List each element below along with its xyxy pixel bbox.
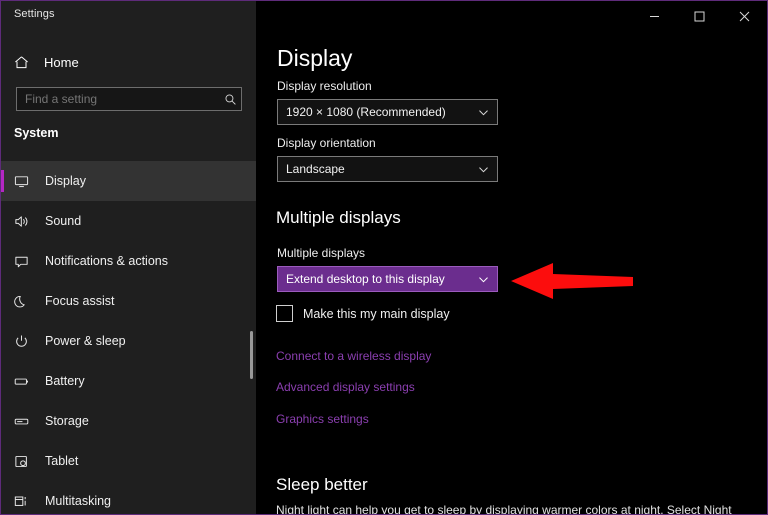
display-orientation-dropdown[interactable]: Landscape: [277, 156, 498, 182]
sidebar-item-focus-assist[interactable]: Focus assist: [1, 281, 256, 321]
maximize-icon: [694, 11, 705, 21]
link-advanced-display-settings[interactable]: Advanced display settings: [276, 380, 415, 394]
display-orientation-label: Display orientation: [277, 136, 376, 150]
settings-window: Settings Home Find a setting System Disp…: [0, 0, 768, 515]
close-button[interactable]: [722, 1, 767, 31]
title-bar[interactable]: Settings: [1, 1, 767, 33]
display-resolution-value: 1920 × 1080 (Recommended): [286, 105, 446, 119]
tablet-icon: [14, 454, 36, 469]
sleep-better-heading: Sleep better: [276, 475, 368, 494]
sidebar-item-multitasking[interactable]: Multitasking: [1, 481, 256, 514]
sidebar-item-notifications[interactable]: Notifications & actions: [1, 241, 256, 281]
chevron-down-icon: [478, 274, 489, 285]
notification-icon: [14, 254, 36, 269]
sidebar-item-label: Power & sleep: [45, 334, 126, 348]
sidebar-item-display[interactable]: Display: [1, 161, 256, 201]
window-controls: [632, 1, 767, 31]
sidebar-item-label: Focus assist: [45, 294, 115, 308]
sleep-better-body: Night light can help you get to sleep by…: [276, 503, 732, 514]
maximize-button[interactable]: [677, 1, 722, 31]
multitasking-icon: [14, 494, 36, 509]
main-content: Display Display resolution 1920 × 1080 (…: [256, 1, 767, 514]
sidebar-item-tablet[interactable]: Tablet: [1, 441, 256, 481]
sidebar-item-label: Battery: [45, 374, 85, 388]
battery-icon: [14, 374, 36, 389]
sidebar-item-sound[interactable]: Sound: [1, 201, 256, 241]
close-icon: [739, 11, 750, 21]
monitor-icon: [14, 174, 36, 189]
sidebar-item-battery[interactable]: Battery: [1, 361, 256, 401]
multiple-displays-heading: Multiple displays: [276, 208, 401, 227]
search-box[interactable]: [16, 87, 242, 111]
speaker-icon: [14, 214, 36, 229]
multiple-displays-dropdown[interactable]: Extend desktop to this display: [277, 266, 498, 292]
sidebar-item-label: Tablet: [45, 454, 79, 468]
main-display-checkbox-row[interactable]: Make this my main display: [276, 305, 450, 322]
sidebar-item-power-sleep[interactable]: Power & sleep: [1, 321, 256, 361]
sidebar-item-label: Notifications & actions: [45, 254, 168, 268]
chevron-down-icon: [478, 164, 489, 175]
link-graphics-settings[interactable]: Graphics settings: [276, 412, 369, 426]
home-icon: [14, 55, 36, 70]
sidebar-item-home[interactable]: Home: [1, 47, 256, 77]
minimize-icon: [650, 15, 659, 17]
moon-icon: [14, 294, 36, 309]
sidebar-item-label: Sound: [45, 214, 82, 228]
sidebar: Home System Display: [1, 1, 256, 514]
display-orientation-value: Landscape: [286, 162, 345, 176]
sidebar-item-label: Display: [45, 174, 86, 188]
page-title: Display: [277, 45, 353, 71]
sidebar-item-label: Multitasking: [45, 494, 111, 508]
power-icon: [14, 334, 36, 349]
display-resolution-label: Display resolution: [277, 79, 372, 93]
sidebar-nav-list: Display Sound Notifications & actions Fo…: [1, 161, 256, 514]
multiple-displays-value: Extend desktop to this display: [286, 272, 445, 286]
sidebar-section-system: System: [14, 126, 59, 140]
sidebar-item-label: Storage: [45, 414, 89, 428]
make-main-display-label: Make this my main display: [303, 306, 450, 321]
sidebar-item-storage[interactable]: Storage: [1, 401, 256, 441]
home-label: Home: [44, 54, 79, 70]
make-main-display-checkbox[interactable]: [276, 305, 293, 322]
search-icon: [219, 93, 241, 106]
storage-icon: [14, 414, 36, 429]
search-input[interactable]: [25, 92, 219, 106]
minimize-button[interactable]: [632, 1, 677, 31]
link-connect-wireless-display[interactable]: Connect to a wireless display: [276, 349, 431, 363]
multiple-displays-label: Multiple displays: [277, 246, 366, 260]
sidebar-scrollbar-thumb[interactable]: [250, 331, 253, 379]
window-title: Settings: [14, 8, 55, 20]
chevron-down-icon: [478, 107, 489, 118]
display-resolution-dropdown[interactable]: 1920 × 1080 (Recommended): [277, 99, 498, 125]
